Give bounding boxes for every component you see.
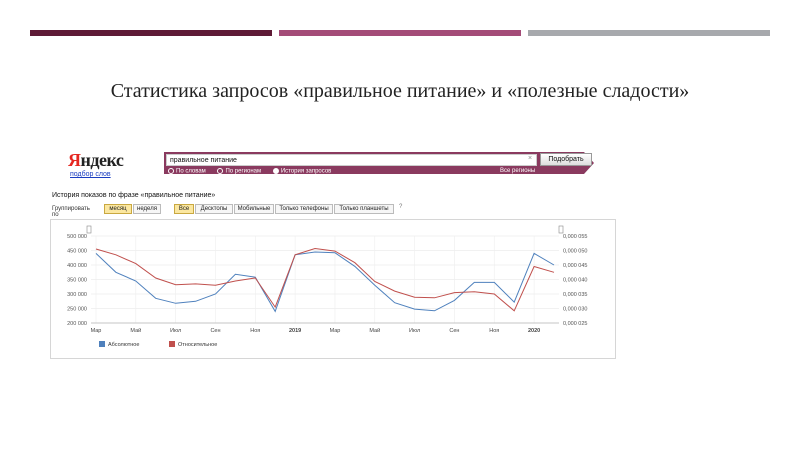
x-tick-label: Мар xyxy=(91,328,102,334)
group-week-button[interactable]: неделя xyxy=(133,204,161,214)
radio-dot-icon xyxy=(168,168,174,174)
search-button[interactable]: Подобрать xyxy=(540,153,592,166)
y-left-tick-label: 500 000 xyxy=(67,234,87,240)
wordstat-screenshot: Яндекс подбор слов правильное питание × … xyxy=(48,148,618,368)
y-right-tick-label: 0,000 030 xyxy=(563,307,587,313)
history-chart-svg: 500 000 0,000 055 450 000 0,000 050 400 000 0… xyxy=(67,225,587,348)
radio-by-regions[interactable]: По регионам xyxy=(217,168,261,175)
device-tablets-button[interactable]: Только планшеты xyxy=(334,204,394,214)
x-tick-label: Май xyxy=(130,327,141,334)
legend-label: Относительное xyxy=(178,342,217,348)
y-right-tick-label: 0,000 050 xyxy=(563,249,587,255)
y-right-tick-label: 0,000 025 xyxy=(563,321,587,327)
x-tick-label: Сен xyxy=(210,328,220,334)
wordstat-link[interactable]: подбор слов xyxy=(70,171,111,178)
y-left-tick-label: 200 000 xyxy=(67,321,87,327)
accent-bar-magenta xyxy=(279,30,521,36)
clear-icon[interactable]: × xyxy=(528,155,532,162)
y-left-tick-label: 400 000 xyxy=(67,263,87,269)
y-left-tick-label: 300 000 xyxy=(67,292,87,298)
help-icon[interactable]: ? xyxy=(399,204,402,210)
axis-handle-right xyxy=(558,225,564,234)
history-chart: 500 000 0,000 055 450 000 0,000 050 400 000 0… xyxy=(50,219,616,359)
legend-swatch xyxy=(169,341,175,347)
accent-bars xyxy=(30,30,770,36)
history-title: История показов по фразе «правильное пит… xyxy=(52,192,216,199)
accent-bar-grey xyxy=(528,30,770,36)
search-mode-radios: По словам По регионам История запросов xyxy=(168,168,341,175)
series-line-absolute xyxy=(95,251,555,313)
radio-history[interactable]: История запросов xyxy=(272,168,331,175)
x-tick-label: 2020 xyxy=(528,328,540,334)
radio-by-words[interactable]: По словам xyxy=(168,168,206,175)
slide-title: Статистика запросов «правильное питание»… xyxy=(110,80,690,102)
yandex-logo[interactable]: Яндекс xyxy=(68,150,124,171)
x-tick-label: Сен xyxy=(449,328,459,334)
device-phones-button[interactable]: Только телефоны xyxy=(275,204,333,214)
y-right-tick-label: 0,000 040 xyxy=(563,278,587,284)
all-regions-link[interactable]: Все регионы xyxy=(500,168,535,174)
device-mobile-button[interactable]: Мобильные xyxy=(234,204,274,214)
legend-label: Абсолютное xyxy=(108,342,139,348)
x-tick-label: Мар xyxy=(330,328,341,334)
legend-swatch xyxy=(99,341,105,347)
search-input[interactable]: правильное питание xyxy=(166,154,537,166)
device-desktop-button[interactable]: Десктопы xyxy=(195,204,233,214)
x-tick-label: Июл xyxy=(409,328,420,334)
radio-dot-icon xyxy=(272,168,279,174)
y-left-tick-label: 450 000 xyxy=(67,249,87,255)
y-right-tick-label: 0,000 035 xyxy=(563,292,587,298)
x-tick-label: 2019 xyxy=(289,328,301,334)
y-left-tick-label: 350 000 xyxy=(67,278,87,284)
x-tick-label: Ноя xyxy=(250,328,260,334)
group-month-button[interactable]: месяц xyxy=(104,204,132,214)
accent-bar-dark xyxy=(30,30,272,36)
device-all-button[interactable]: Все xyxy=(174,204,194,214)
y-right-tick-label: 0,000 045 xyxy=(563,263,587,269)
y-right-tick-label: 0,000 055 xyxy=(563,234,587,240)
axis-handle-left xyxy=(86,225,92,234)
x-tick-label: Июл xyxy=(170,328,181,334)
y-left-tick-label: 250 000 xyxy=(67,307,87,313)
radio-dot-icon xyxy=(217,168,224,174)
x-tick-label: Май xyxy=(369,327,380,334)
group-label: Группировать по xyxy=(52,206,90,218)
x-tick-label: Ноя xyxy=(489,328,499,334)
